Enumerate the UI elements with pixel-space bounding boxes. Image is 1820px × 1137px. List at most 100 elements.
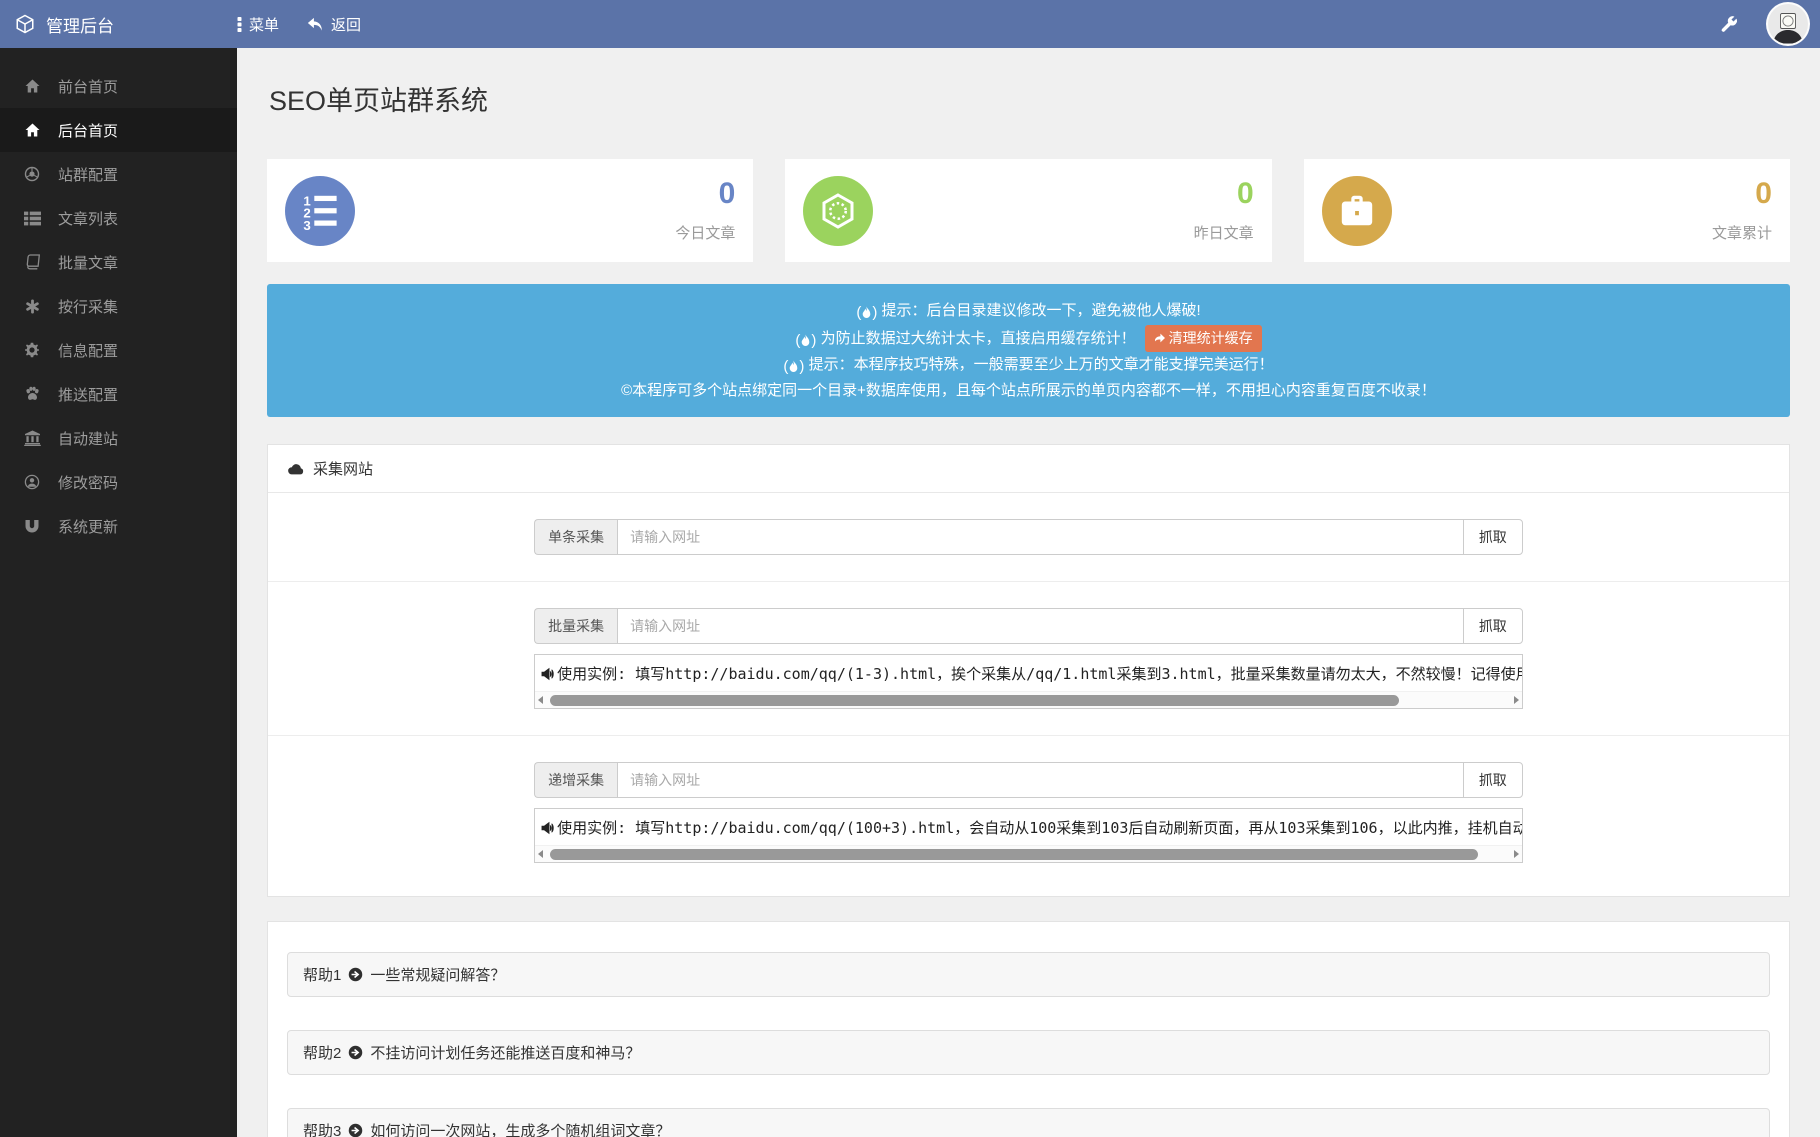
flame-icon: (): [795, 329, 816, 353]
sidebar-item-push-config[interactable]: 推送配置: [0, 372, 237, 416]
scroll-right-icon[interactable]: [1514, 850, 1519, 858]
menu-button[interactable]: 菜单: [237, 14, 279, 35]
batch-collect-input[interactable]: [617, 608, 1463, 644]
sidebar-item-auto-build[interactable]: 自动建站: [0, 416, 237, 460]
arrow-circle-right-icon: [348, 967, 363, 982]
increment-horizontal-scrollbar[interactable]: [535, 845, 1522, 862]
magnet-icon: [23, 518, 41, 534]
scroll-left-icon[interactable]: [538, 696, 543, 704]
batch-collect-label: 批量采集: [534, 608, 617, 644]
batch-collect-grab-button[interactable]: 抓取: [1463, 608, 1523, 644]
sidebar-item-label: 系统更新: [58, 516, 118, 537]
sidebar-item-line-collect[interactable]: 按行采集: [0, 284, 237, 328]
app-brand[interactable]: 管理后台: [0, 12, 237, 37]
book-icon: [23, 254, 41, 270]
alert-line-2: () 为防止数据过大统计太卡，直接启用缓存统计！清理统计缓存: [277, 325, 1780, 353]
briefcase-icon: [1322, 176, 1392, 246]
alert-line-3: () 提示：本程序技巧特殊，一般需要至少上万的文章才能支撑完美运行！: [277, 353, 1780, 379]
alert-line-1: () 提示：后台目录建议修改一下，避免被他人爆破!: [277, 299, 1780, 325]
sidebar-item-label: 站群配置: [58, 164, 118, 185]
sidebar-item-label: 自动建站: [58, 428, 118, 449]
menu-ellipsis-icon: [237, 16, 242, 32]
megaphone-icon: [541, 667, 555, 681]
sidebar-item-info-config[interactable]: 信息配置: [0, 328, 237, 372]
single-collect-label: 单条采集: [534, 519, 617, 555]
sidebar-item-label: 推送配置: [58, 384, 118, 405]
back-button[interactable]: 返回: [307, 14, 361, 35]
flame-icon: (): [783, 355, 804, 379]
stat-label: 今日文章: [675, 222, 735, 243]
help-panel: 帮助1 一些常规疑问解答？ 帮助2 不挂访问计划任务还能推送百度和神马？ 帮助3…: [267, 921, 1790, 1137]
chrome-icon: [23, 166, 41, 182]
collect-row-increment: 递增采集 抓取 使用实例: 填写http://baidu.com/qq/(100…: [268, 736, 1789, 896]
sidebar-item-label: 后台首页: [58, 120, 118, 141]
gear-icon: [23, 342, 41, 358]
clean-cache-button[interactable]: 清理统计缓存: [1145, 325, 1262, 352]
main-content: SEO单页站群系统 1 2 3 0 今日文章: [237, 48, 1820, 1137]
collect-panel-heading: 采集网站: [268, 445, 1789, 493]
scroll-left-icon[interactable]: [538, 850, 543, 858]
sidebar-item-label: 修改密码: [58, 472, 118, 493]
increment-example-box: 使用实例: 填写http://baidu.com/qq/(100+3).html…: [534, 808, 1523, 863]
stat-card-total: 0 文章累计: [1304, 159, 1790, 262]
help-question: 如何访问一次网站，生成多个随机组词文章？: [370, 1120, 670, 1137]
help-row-1[interactable]: 帮助1 一些常规疑问解答？: [287, 952, 1770, 997]
help-row-3[interactable]: 帮助3 如何访问一次网站，生成多个随机组词文章？: [287, 1108, 1770, 1137]
sidebar-item-admin-home[interactable]: 后台首页: [0, 108, 237, 152]
sidebar-item-label: 按行采集: [58, 296, 118, 317]
tips-alert: () 提示：后台目录建议修改一下，避免被他人爆破! () 为防止数据过大统计太卡…: [267, 284, 1790, 417]
stats-row: 1 2 3 0 今日文章: [267, 159, 1790, 262]
back-arrow-icon: [307, 17, 324, 32]
help-question: 一些常规疑问解答？: [370, 964, 505, 985]
sidebar-item-front-home[interactable]: 前台首页: [0, 64, 237, 108]
arrow-right-icon: [1154, 332, 1166, 344]
increment-example-text: 使用实例: 填写http://baidu.com/qq/(100+3).html…: [557, 817, 1522, 838]
svg-text:3: 3: [303, 218, 310, 230]
sidebar-item-change-password[interactable]: 修改密码: [0, 460, 237, 504]
sidebar-item-label: 前台首页: [58, 76, 118, 97]
help-question: 不挂访问计划任务还能推送百度和神马？: [370, 1042, 640, 1063]
help-prefix: 帮助2: [303, 1042, 341, 1063]
cube-icon: [15, 14, 35, 34]
menu-label: 菜单: [249, 14, 279, 35]
collect-row-single: 单条采集 抓取: [268, 493, 1789, 582]
stat-value: 0: [675, 179, 735, 209]
help-prefix: 帮助1: [303, 964, 341, 985]
scrollbar-thumb[interactable]: [550, 849, 1477, 860]
scrollbar-thumb[interactable]: [550, 695, 1399, 706]
increment-collect-label: 递增采集: [534, 762, 617, 798]
help-row-2[interactable]: 帮助2 不挂访问计划任务还能推送百度和神马？: [287, 1030, 1770, 1075]
wrench-icon[interactable]: [1720, 15, 1738, 33]
stat-label: 文章累计: [1712, 222, 1772, 243]
page-title: SEO单页站群系统: [269, 79, 1790, 118]
increment-collect-input[interactable]: [617, 762, 1463, 798]
sidebar-item-article-list[interactable]: 文章列表: [0, 196, 237, 240]
sidebar-item-sitegroup-config[interactable]: 站群配置: [0, 152, 237, 196]
home-icon: [23, 78, 41, 94]
megaphone-icon: [541, 821, 555, 835]
scroll-right-icon[interactable]: [1514, 696, 1519, 704]
stat-label: 昨日文章: [1194, 222, 1254, 243]
increment-collect-grab-button[interactable]: 抓取: [1463, 762, 1523, 798]
sidebar-item-batch-articles[interactable]: 批量文章: [0, 240, 237, 284]
stat-value: 0: [1712, 179, 1772, 209]
stat-value: 0: [1194, 179, 1254, 209]
back-label: 返回: [331, 14, 361, 35]
single-collect-grab-button[interactable]: 抓取: [1463, 519, 1523, 555]
list-ol-icon: 1 2 3: [285, 176, 355, 246]
avatar[interactable]: [1766, 2, 1810, 46]
list-icon: [23, 211, 41, 226]
sidebar-item-system-update[interactable]: 系统更新: [0, 504, 237, 548]
single-collect-input[interactable]: [617, 519, 1463, 555]
hexagon-icon: [803, 176, 873, 246]
sidebar-nav: 前台首页 后台首页 站群配置: [0, 48, 237, 1137]
top-header: 管理后台 菜单 返回: [0, 0, 1820, 48]
sidebar-item-label: 批量文章: [58, 252, 118, 273]
alert-text: 提示：本程序技巧特殊，一般需要至少上万的文章才能支撑完美运行！: [809, 356, 1274, 373]
sidebar-item-label: 信息配置: [58, 340, 118, 361]
batch-example-box: 使用实例: 填写http://baidu.com/qq/(1-3).html，挨…: [534, 654, 1523, 709]
alert-text: 提示：后台目录建议修改一下，避免被他人爆破!: [882, 302, 1201, 319]
batch-horizontal-scrollbar[interactable]: [535, 691, 1522, 708]
arrow-circle-right-icon: [348, 1123, 363, 1137]
collect-panel: 采集网站 单条采集 抓取 批量采集 抓取: [267, 444, 1790, 897]
